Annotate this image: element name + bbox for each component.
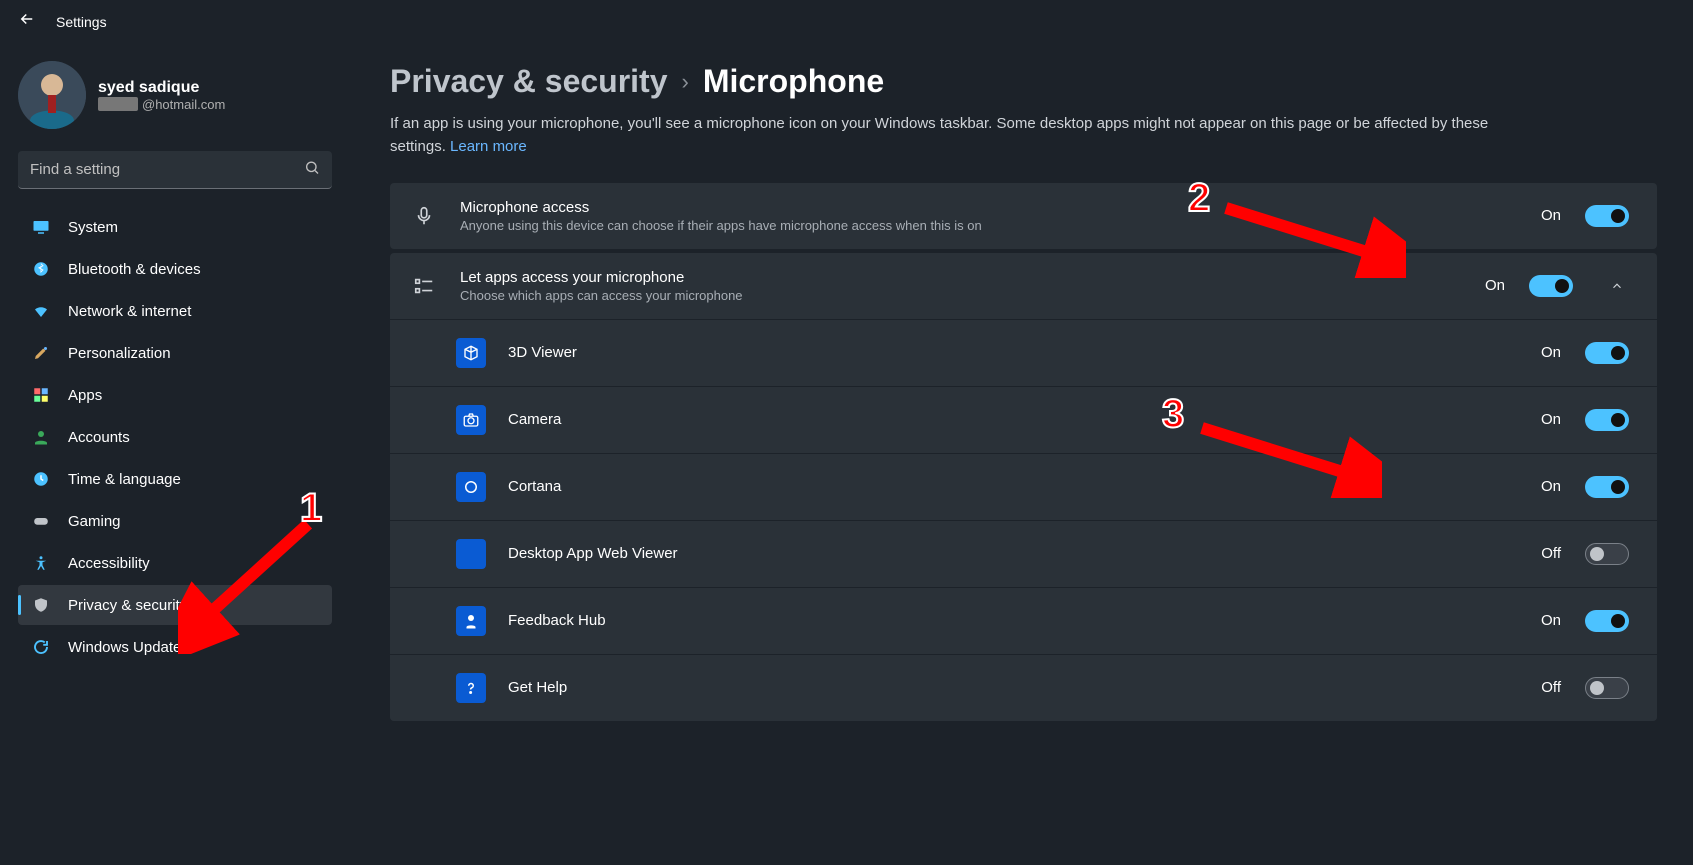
- learn-more-link[interactable]: Learn more: [450, 138, 527, 155]
- sidebar-item-network[interactable]: Network & internet: [18, 291, 332, 331]
- let-apps-card: Let apps access your microphone Choose w…: [390, 253, 1657, 721]
- setting-desc: Choose which apps can access your microp…: [460, 288, 1463, 303]
- let-apps-row[interactable]: Let apps access your microphone Choose w…: [390, 253, 1657, 319]
- bluetooth-icon: [32, 260, 50, 278]
- sidebar-item-apps[interactable]: Apps: [18, 375, 332, 415]
- intro-text: If an app is using your microphone, you'…: [390, 112, 1510, 159]
- app-icon: [456, 405, 486, 435]
- sidebar-label: Time & language: [68, 471, 181, 488]
- sidebar-item-update[interactable]: Windows Update: [18, 627, 332, 667]
- sidebar-label: Personalization: [68, 345, 171, 362]
- toggle-state-label: On: [1541, 207, 1561, 224]
- sidebar-label: Apps: [68, 387, 102, 404]
- avatar: [18, 61, 86, 129]
- search-box: [18, 151, 332, 189]
- user-name: syed sadique: [98, 79, 225, 97]
- brush-icon: [32, 344, 50, 362]
- toggle-state-label: On: [1541, 612, 1561, 629]
- monitor-icon: [32, 218, 50, 236]
- sidebar-label: Bluetooth & devices: [68, 261, 201, 278]
- chevron-up-icon[interactable]: [1605, 279, 1629, 293]
- redacted-email-prefix: [98, 97, 138, 111]
- sidebar-label: System: [68, 219, 118, 236]
- clock-icon: [32, 470, 50, 488]
- sidebar-item-accounts[interactable]: Accounts: [18, 417, 332, 457]
- toggle-state-label: Off: [1541, 545, 1561, 562]
- app-toggle[interactable]: [1585, 342, 1629, 364]
- breadcrumb-current: Microphone: [703, 63, 884, 100]
- window-title: Settings: [56, 14, 107, 30]
- app-row: Feedback Hub On: [390, 587, 1657, 654]
- app-name: Feedback Hub: [508, 612, 1519, 629]
- microphone-access-row[interactable]: Microphone access Anyone using this devi…: [390, 183, 1657, 249]
- toggle-state-label: On: [1541, 478, 1561, 495]
- microphone-access-toggle[interactable]: [1585, 205, 1629, 227]
- sidebar-item-bluetooth[interactable]: Bluetooth & devices: [18, 249, 332, 289]
- app-name: 3D Viewer: [508, 344, 1519, 361]
- sidebar-label: Network & internet: [68, 303, 191, 320]
- header-bar: Settings: [0, 0, 1693, 43]
- chevron-right-icon: ›: [682, 69, 689, 95]
- toggle-state-label: On: [1485, 277, 1505, 294]
- app-name: Desktop App Web Viewer: [508, 545, 1519, 562]
- app-toggle[interactable]: [1585, 677, 1629, 699]
- back-arrow-icon[interactable]: [18, 10, 36, 33]
- app-row: Cortana On: [390, 453, 1657, 520]
- app-name: Get Help: [508, 679, 1519, 696]
- user-block[interactable]: syed sadique @hotmail.com: [18, 53, 332, 145]
- app-toggle[interactable]: [1585, 610, 1629, 632]
- sidebar-label: Accounts: [68, 429, 130, 446]
- sidebar-item-personalization[interactable]: Personalization: [18, 333, 332, 373]
- microphone-access-card: Microphone access Anyone using this devi…: [390, 183, 1657, 249]
- sidebar-label: Accessibility: [68, 555, 150, 572]
- app-icon: [456, 338, 486, 368]
- sidebar-item-accessibility[interactable]: Accessibility: [18, 543, 332, 583]
- wifi-icon: [32, 302, 50, 320]
- app-row: 3D Viewer On: [390, 319, 1657, 386]
- setting-title: Microphone access: [460, 199, 1519, 216]
- microphone-icon: [410, 205, 438, 227]
- user-email: @hotmail.com: [98, 97, 225, 112]
- setting-desc: Anyone using this device can choose if t…: [460, 218, 1519, 233]
- person-icon: [32, 428, 50, 446]
- sidebar-item-time[interactable]: Time & language: [18, 459, 332, 499]
- apps-icon: [32, 386, 50, 404]
- toggle-state-label: On: [1541, 411, 1561, 428]
- app-row: Camera On: [390, 386, 1657, 453]
- sidebar-item-system[interactable]: System: [18, 207, 332, 247]
- app-toggle[interactable]: [1585, 543, 1629, 565]
- gamepad-icon: [32, 512, 50, 530]
- sidebar-item-privacy[interactable]: Privacy & security: [18, 585, 332, 625]
- accessibility-icon: [32, 554, 50, 572]
- setting-title: Let apps access your microphone: [460, 269, 1463, 286]
- app-row: Get Help Off: [390, 654, 1657, 721]
- list-icon: [410, 275, 438, 297]
- app-icon: [456, 606, 486, 636]
- nav: System Bluetooth & devices Network & int…: [18, 207, 332, 667]
- breadcrumb-parent[interactable]: Privacy & security: [390, 63, 668, 100]
- let-apps-toggle[interactable]: [1529, 275, 1573, 297]
- app-name: Cortana: [508, 478, 1519, 495]
- app-icon: [456, 472, 486, 502]
- app-icon: [456, 539, 486, 569]
- toggle-state-label: On: [1541, 344, 1561, 361]
- shield-icon: [32, 596, 50, 614]
- app-name: Camera: [508, 411, 1519, 428]
- sidebar-label: Gaming: [68, 513, 121, 530]
- app-list: 3D Viewer On Camera On Cortana On Desktop App …: [390, 319, 1657, 721]
- toggle-state-label: Off: [1541, 679, 1561, 696]
- sidebar-label: Privacy & security: [68, 597, 187, 614]
- main-content: Privacy & security › Microphone If an ap…: [340, 43, 1693, 864]
- app-row: Desktop App Web Viewer Off: [390, 520, 1657, 587]
- app-toggle[interactable]: [1585, 409, 1629, 431]
- app-toggle[interactable]: [1585, 476, 1629, 498]
- sidebar-item-gaming[interactable]: Gaming: [18, 501, 332, 541]
- breadcrumb: Privacy & security › Microphone: [390, 63, 1657, 100]
- search-input[interactable]: [18, 151, 332, 189]
- sidebar-label: Windows Update: [68, 639, 181, 656]
- update-icon: [32, 638, 50, 656]
- sidebar: syed sadique @hotmail.com System Bluetoo…: [0, 43, 340, 864]
- app-icon: [456, 673, 486, 703]
